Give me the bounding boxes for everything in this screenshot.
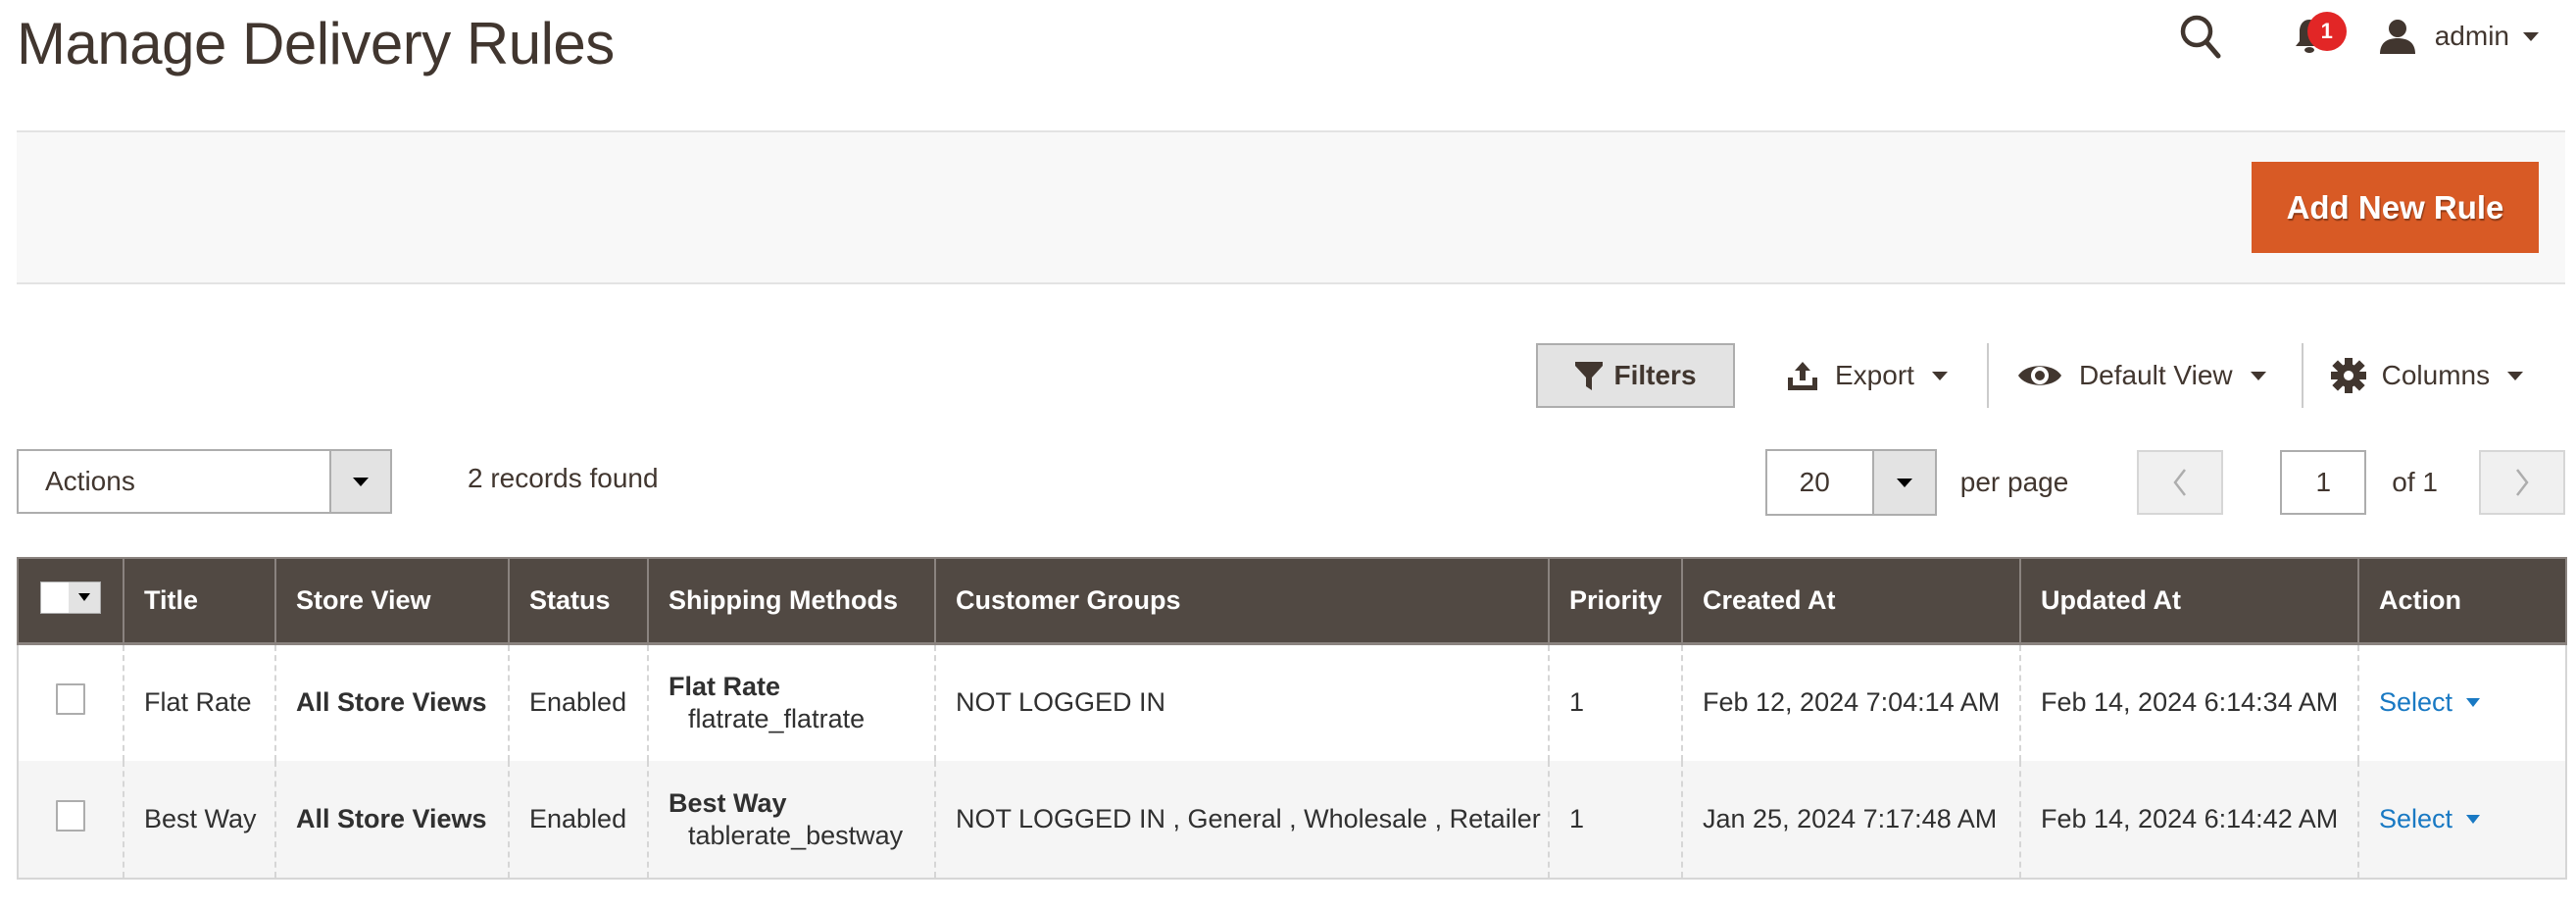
cell-title: Flat Rate	[123, 643, 276, 761]
toolbar-divider	[1986, 343, 1989, 408]
row-action-select[interactable]: Select	[2379, 687, 2481, 718]
row-action-select[interactable]: Select	[2379, 804, 2481, 834]
view-dropdown[interactable]: Default View	[2016, 343, 2266, 408]
chevron-down-icon	[2523, 31, 2539, 41]
cell-created-at: Jan 25, 2024 7:17:48 AM	[1681, 761, 2021, 880]
pagination: 20 per page 1 of 1	[1764, 449, 2565, 516]
column-header-updated-at[interactable]: Updated At	[2019, 557, 2359, 645]
cell-shipping-methods: Flat Rate flatrate_flatrate	[647, 643, 936, 761]
grid-toolbar: Filters Export Default View Columns	[1536, 342, 2524, 409]
notification-count-badge: 1	[2306, 12, 2347, 51]
mass-select-checkbox[interactable]	[40, 580, 101, 614]
current-page-input[interactable]: 1	[2280, 450, 2367, 515]
per-page-label: per page	[1959, 467, 2069, 497]
cell-customer-groups: NOT LOGGED IN	[934, 643, 1550, 761]
row-checkbox[interactable]	[56, 683, 85, 716]
cell-status: Enabled	[508, 761, 649, 880]
previous-page-button[interactable]	[2137, 450, 2224, 515]
header-actions: 1 admin	[2176, 12, 2539, 61]
admin-user-menu[interactable]: admin	[2378, 19, 2539, 54]
per-page-select[interactable]: 20	[1764, 449, 1937, 516]
chevron-down-icon	[1931, 371, 1948, 380]
per-page-toggle[interactable]	[1871, 451, 1935, 514]
export-label: Export	[1835, 360, 1914, 390]
notifications-button[interactable]: 1	[2280, 12, 2347, 61]
column-header-store-view[interactable]: Store View	[274, 557, 510, 645]
shipping-method-name: Best Way	[669, 787, 787, 818]
chevron-left-icon	[2173, 469, 2187, 496]
cell-updated-at: Feb 14, 2024 6:14:42 AM	[2019, 761, 2359, 880]
column-header-shipping-methods[interactable]: Shipping Methods	[647, 557, 936, 645]
filters-label: Filters	[1613, 360, 1697, 390]
mass-actions-toggle[interactable]	[329, 451, 390, 512]
chevron-down-icon	[2250, 371, 2266, 380]
column-header-priority[interactable]: Priority	[1548, 557, 1683, 645]
cell-updated-at: Feb 14, 2024 6:14:34 AM	[2019, 643, 2359, 761]
next-page-button[interactable]	[2479, 450, 2565, 515]
cell-customer-groups: NOT LOGGED IN , General , Wholesale , Re…	[934, 761, 1550, 880]
cell-created-at: Feb 12, 2024 7:04:14 AM	[1681, 643, 2021, 761]
row-select-cell	[17, 643, 124, 761]
row-checkbox[interactable]	[56, 800, 85, 832]
columns-label: Columns	[2381, 360, 2491, 390]
table-header-row: Title Store View Status Shipping Methods…	[17, 557, 2567, 645]
chevron-down-icon	[2466, 698, 2481, 708]
row-action-label: Select	[2379, 804, 2453, 833]
gear-icon	[2330, 358, 2366, 393]
per-page-value: 20	[1799, 467, 1830, 497]
chevron-down-icon	[1896, 478, 1912, 487]
column-header-title[interactable]: Title	[123, 557, 276, 645]
user-icon	[2379, 20, 2415, 54]
mass-actions-select[interactable]: Actions	[17, 449, 392, 514]
column-header-action: Action	[2357, 557, 2567, 645]
page-actions-bar: Add New Rule	[17, 130, 2565, 284]
cell-store-view: All Store Views	[274, 643, 510, 761]
row-action-label: Select	[2379, 687, 2453, 718]
filters-button[interactable]: Filters	[1536, 343, 1735, 408]
records-found: 2 records found	[468, 463, 659, 493]
shipping-method-code: flatrate_flatrate	[688, 703, 866, 733]
mass-actions-value: Actions	[45, 466, 135, 496]
toolbar-divider	[2301, 343, 2304, 408]
shipping-method-code: tablerate_bestway	[688, 820, 904, 850]
cell-status: Enabled	[508, 643, 649, 761]
columns-dropdown[interactable]: Columns	[2330, 343, 2524, 408]
column-header-status[interactable]: Status	[508, 557, 649, 645]
grid-controls: Actions 2 records found 20 per page 1 of…	[17, 449, 2565, 516]
cell-shipping-methods: Best Way tablerate_bestway	[647, 761, 936, 880]
admin-username: admin	[2434, 21, 2509, 51]
total-pages-label: of 1	[2392, 467, 2438, 497]
chevron-down-icon	[353, 477, 369, 486]
export-icon	[1788, 362, 1817, 390]
shipping-method-name: Flat Rate	[669, 671, 781, 701]
mass-select-header	[17, 557, 124, 645]
delivery-rules-table: Title Store View Status Shipping Methods…	[17, 557, 2567, 880]
table-row: Flat Rate All Store Views Enabled Flat R…	[17, 643, 2567, 761]
column-header-created-at[interactable]: Created At	[1681, 557, 2021, 645]
table-row: Best Way All Store Views Enabled Best Wa…	[17, 761, 2567, 880]
chevron-down-icon	[78, 593, 90, 602]
eye-icon	[2017, 366, 2061, 385]
page-title: Manage Delivery Rules	[17, 11, 615, 76]
cell-priority: 1	[1548, 643, 1683, 761]
column-header-customer-groups[interactable]: Customer Groups	[934, 557, 1550, 645]
chevron-down-icon	[2507, 371, 2524, 380]
chevron-down-icon	[2466, 815, 2481, 824]
view-label: Default View	[2078, 360, 2233, 390]
cell-action: Select	[2357, 761, 2567, 880]
add-new-rule-button[interactable]: Add New Rule	[2252, 162, 2539, 253]
filter-icon	[1575, 362, 1604, 390]
row-select-cell	[17, 761, 124, 880]
export-dropdown[interactable]: Export	[1786, 343, 1948, 408]
chevron-right-icon	[2516, 469, 2529, 496]
cell-title: Best Way	[123, 761, 276, 880]
cell-store-view: All Store Views	[274, 761, 510, 880]
cell-action: Select	[2357, 643, 2567, 761]
search-icon[interactable]	[2176, 12, 2225, 61]
cell-priority: 1	[1548, 761, 1683, 880]
